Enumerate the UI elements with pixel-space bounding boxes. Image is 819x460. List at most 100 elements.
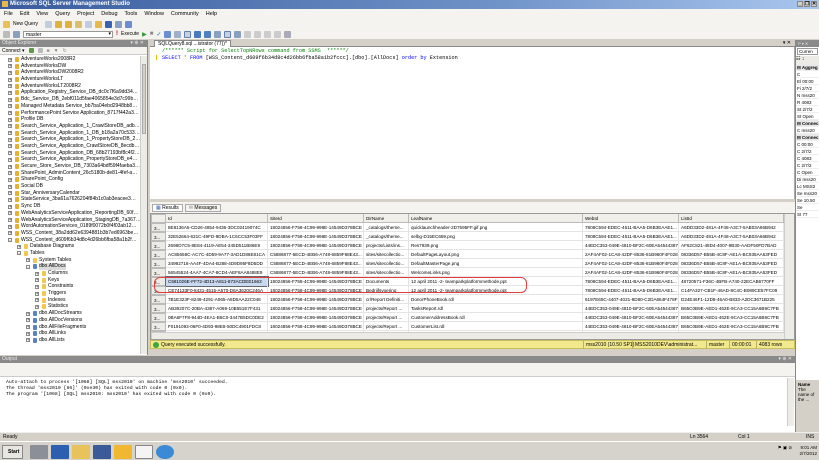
tree-item[interactable]: + Application_Registry_Service_DB_dc0c7f6… bbox=[0, 89, 140, 96]
tree-item[interactable]: + SharePoint_Config bbox=[0, 176, 140, 183]
powershell-icon[interactable] bbox=[51, 445, 69, 459]
cell-dirname[interactable]: projects/Report ... bbox=[364, 322, 409, 331]
menu-edit[interactable]: Edit bbox=[20, 9, 29, 19]
expand-icon[interactable]: + bbox=[8, 90, 12, 95]
cell-siteid[interactable]: 18024856-F758-4C99-998E-14549D378BCE bbox=[268, 304, 364, 313]
cell-id[interactable]: F0191093-06F0-4D93-98E8-50DC4901FDC8 bbox=[166, 322, 268, 331]
cell-dirname[interactable]: sites/sitecollectio... bbox=[364, 250, 409, 259]
menu-project[interactable]: Project bbox=[77, 9, 94, 19]
include-plan-icon[interactable] bbox=[194, 30, 202, 38]
cell-dirname[interactable]: DirName bbox=[364, 214, 409, 223]
tree-item[interactable]: + dbo.AllLists bbox=[0, 337, 140, 344]
connect-button[interactable]: Connect ▾ bbox=[2, 48, 25, 54]
cell-leafname[interactable]: LeafName bbox=[409, 214, 583, 223]
expand-icon[interactable]: + bbox=[8, 111, 12, 115]
menu-community[interactable]: Community bbox=[171, 9, 199, 19]
properties-object-select[interactable]: Curren bbox=[797, 48, 818, 55]
expand-icon[interactable]: + bbox=[8, 218, 12, 222]
pane-controls[interactable]: ▾ ⊕ ✕ bbox=[778, 356, 792, 363]
expand-icon[interactable]: + bbox=[8, 131, 12, 136]
expand-icon[interactable]: + bbox=[26, 338, 30, 343]
new-file-icon[interactable] bbox=[45, 20, 53, 28]
expand-icon[interactable]: + bbox=[35, 304, 39, 309]
tree-item[interactable]: + dbo.AllLinks bbox=[0, 330, 140, 337]
cell-listid[interactable]: B65C0B9E-AED1-462E-9CA3-CC15A6B9C7FB bbox=[679, 322, 784, 331]
start-button[interactable]: Start bbox=[2, 445, 23, 459]
expand-icon[interactable]: + bbox=[35, 284, 39, 289]
cell-leafname[interactable]: selbg-D15EC659.png bbox=[409, 232, 583, 241]
expand-icon[interactable]: + bbox=[8, 204, 12, 209]
tree-item[interactable]: + SharePoint_AdminContent_26c5180b-de81-4… bbox=[0, 170, 140, 177]
cell-listid[interactable]: 08336D57-B55B-4C8F-AE1A-BC935AA53FED bbox=[679, 259, 784, 268]
tree-item[interactable]: + AdventureWorksLT2008R2 bbox=[0, 83, 140, 90]
cell-listid[interactable]: AF62C821-48D4-4007-9B30-AADF50FD7BAD bbox=[679, 241, 784, 250]
minimize-button[interactable]: _ bbox=[797, 1, 803, 7]
tree-item[interactable]: + Profile DB bbox=[0, 116, 140, 123]
tree-item[interactable]: + Statistics bbox=[0, 303, 140, 310]
pane-controls[interactable]: ▾ ⊕ ✕ bbox=[130, 40, 144, 47]
cell-id[interactable]: 56545524-4AA7-4CA7-8CD4-AEF8AA8488E9 bbox=[166, 268, 268, 277]
cell-leafname[interactable]: DefaultMasterPage.png bbox=[409, 259, 583, 268]
cell-listid[interactable]: B65C0B9E-AED1-462E-9CA3-CC15A6B9C7FB bbox=[679, 313, 784, 322]
tree-item[interactable]: + AdventureWorks2008R2 bbox=[0, 56, 140, 63]
property-row[interactable]: C 2/7/2 bbox=[796, 148, 819, 155]
row-header[interactable]: 3... bbox=[151, 322, 166, 331]
row-header[interactable] bbox=[151, 214, 166, 223]
debug-icon[interactable]: ▶ bbox=[142, 31, 147, 38]
expand-icon[interactable]: + bbox=[17, 244, 21, 249]
property-row[interactable]: Se 10.50 bbox=[796, 197, 819, 204]
visual-studio-icon[interactable] bbox=[93, 445, 111, 459]
stop-icon[interactable]: ■ bbox=[150, 31, 154, 37]
cell-webid[interactable]: 7808C594-EDEC-4511-BAA5-D6B3EAAE1... bbox=[583, 277, 679, 286]
tree-item[interactable]: + Search_Service_Application_1_DB_b18a2a7… bbox=[0, 130, 140, 137]
tree-item[interactable]: + Sync DB bbox=[0, 203, 140, 210]
tree-item[interactable]: + dbo.AllDocStreams bbox=[0, 310, 140, 317]
property-row[interactable]: C bbox=[796, 71, 819, 78]
property-row[interactable]: C 00:00 bbox=[796, 141, 819, 148]
tree-item[interactable]: - Tables bbox=[0, 250, 140, 257]
results-to-grid-icon[interactable] bbox=[224, 30, 232, 38]
query-editor[interactable]: /****** Script for SelectTopNRows comman… bbox=[150, 47, 795, 199]
table-row[interactable]: 3... F0191093-06F0-4D93-98E8-50DC4901FDC8… bbox=[151, 322, 784, 331]
ssms-taskbar-icon[interactable] bbox=[135, 445, 153, 459]
tree-item[interactable]: - dbo.AllDocs bbox=[0, 263, 140, 271]
expand-icon[interactable]: + bbox=[8, 97, 12, 102]
cell-leafname[interactable]: DefaultPageLayout.png bbox=[409, 250, 583, 259]
cell-webid[interactable]: 44EDC353-049E-4810-BF2C-60EA54544387 bbox=[583, 241, 679, 250]
property-row[interactable]: C 2/7/2 bbox=[796, 162, 819, 169]
execute-button[interactable]: Execute bbox=[121, 31, 139, 37]
cell-siteid[interactable]: 18024856-F758-4C99-998E-14549D378BCE bbox=[268, 322, 364, 331]
tree-item[interactable]: + Bdc_Service_DB_2ebf011d5fae4065854e3d7c… bbox=[0, 96, 140, 103]
cell-leafname[interactable]: CustomerAddressBook.rdl bbox=[409, 313, 583, 322]
cell-dirname[interactable]: sites/sitecollectio... bbox=[364, 259, 409, 268]
collapse-icon[interactable]: - bbox=[26, 264, 30, 269]
options-icon[interactable] bbox=[184, 30, 192, 38]
results-to-file-icon[interactable] bbox=[234, 30, 242, 38]
grid-hscrollbar[interactable] bbox=[151, 332, 784, 339]
table-row[interactable]: 3... AC85658C-AC7C-4D59-9A77-3AD1D86E81CA… bbox=[151, 250, 784, 259]
menu-help[interactable]: Help bbox=[206, 9, 217, 19]
cell-siteid[interactable]: 18024856-F758-4C99-998E-14549D378BCE bbox=[268, 232, 364, 241]
close-button[interactable]: ✕ bbox=[811, 1, 817, 7]
refresh-icon[interactable]: ↻ bbox=[63, 48, 67, 54]
analysis-query-icon[interactable] bbox=[65, 20, 73, 28]
tree-item[interactable]: + WSS_Content_38a2dd62e6394881b3b7ed6963b… bbox=[0, 230, 140, 237]
table-row[interactable]: 3... 56545524-4AA7-4CA7-8CD4-AEF8AA8488E9… bbox=[151, 268, 784, 277]
restore-button[interactable]: ❐ bbox=[804, 1, 810, 7]
cell-id[interactable]: 0BA6F7F8-944D-4EA1-B5C0-3447B5DC0DE2 bbox=[166, 313, 268, 322]
expand-icon[interactable]: + bbox=[8, 104, 12, 109]
property-section[interactable]: ⊟ Aggreg bbox=[796, 64, 819, 71]
tree-item[interactable]: + Keys bbox=[0, 277, 140, 284]
new-project-icon[interactable] bbox=[85, 20, 93, 28]
close-document-icon[interactable]: ▾ ✕ bbox=[783, 40, 791, 46]
expand-icon[interactable]: + bbox=[8, 177, 12, 182]
cell-siteid[interactable]: SiteId bbox=[268, 214, 364, 223]
cell-id[interactable]: AB39207C-20BA-4387-A069-10B551E7F431 bbox=[166, 304, 268, 313]
uncomment-icon[interactable] bbox=[254, 30, 262, 38]
expand-icon[interactable]: + bbox=[26, 311, 30, 316]
cell-siteid[interactable]: 18024856-F758-4C99-998E-14549D378BCE bbox=[268, 241, 364, 250]
parse-icon[interactable]: ✓ bbox=[156, 31, 161, 38]
cell-webid[interactable]: 6197E65C-4407-4021-8D80-C2DA664F478F bbox=[583, 295, 679, 304]
tab-messages[interactable]: ✉ Messages bbox=[184, 203, 222, 212]
decrease-indent-icon[interactable] bbox=[264, 30, 272, 38]
